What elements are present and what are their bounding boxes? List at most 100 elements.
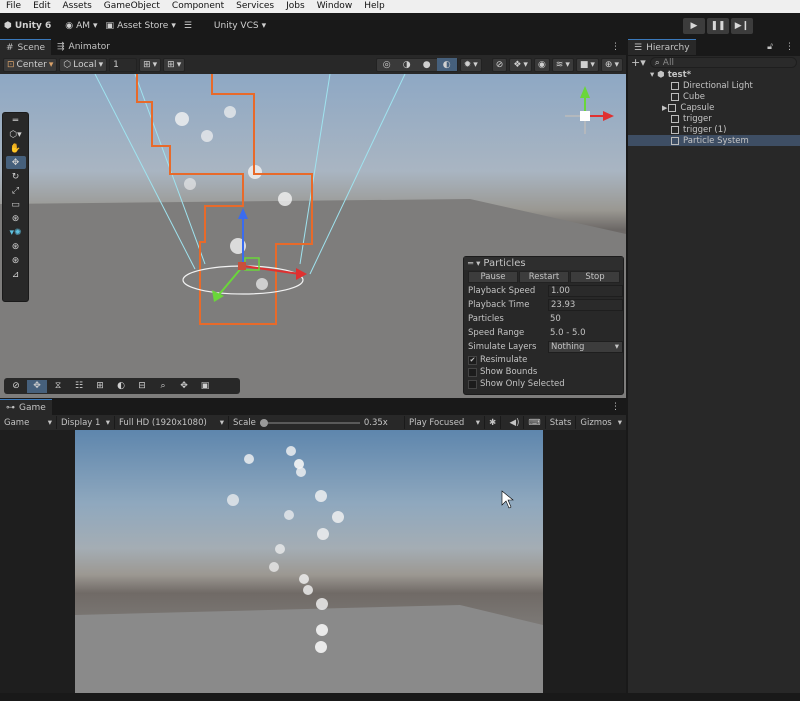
show-only-selected-toggle[interactable]: Show Only Selected	[464, 378, 623, 390]
game-render-canvas[interactable]	[75, 430, 543, 693]
create-add-button[interactable]: +▾	[631, 56, 646, 69]
camera-preview-icon[interactable]: ▣	[195, 380, 215, 393]
frame-debugger-button[interactable]: ✱	[485, 416, 502, 429]
view-tool-button[interactable]: ✋	[6, 142, 26, 155]
hierarchy-lock-button[interactable]: 🔓︎	[761, 39, 779, 55]
menu-assets[interactable]: Assets	[57, 0, 98, 13]
particle-tools-header[interactable]: ▾✺	[6, 226, 26, 239]
rotate-tool-button[interactable]: ↻	[6, 170, 26, 183]
grid-overlay-icon[interactable]: ⊞	[90, 380, 110, 393]
scale-tool-button[interactable]: ⤢	[6, 184, 26, 197]
hierarchy-menu-button[interactable]: ⋮	[779, 39, 800, 55]
game-view-mode-dropdown[interactable]: Game ▾	[0, 416, 57, 429]
playback-speed-field[interactable]: 1.00	[548, 285, 623, 297]
version-control-dropdown[interactable]: Unity VCS ▾	[210, 17, 270, 35]
menu-gameobject[interactable]: GameObject	[98, 0, 166, 13]
play-button[interactable]: ▶	[683, 18, 705, 34]
tool-context-dropdown[interactable]: ⬡▾	[6, 128, 26, 141]
stop-particles-button[interactable]: Stop	[570, 271, 620, 283]
chevron-down-icon: ▾	[176, 59, 182, 70]
menu-file[interactable]: File	[0, 0, 27, 13]
lighting-toggle[interactable]: ✹ ▾	[459, 57, 482, 72]
tab-hierarchy[interactable]: ☰ Hierarchy	[628, 39, 696, 55]
unchecked-box-icon	[468, 379, 477, 389]
move-tool-icon[interactable]: ✥	[27, 379, 47, 393]
restart-particles-button[interactable]: Restart	[519, 271, 569, 283]
menu-jobs[interactable]: Jobs	[280, 0, 311, 13]
step-button[interactable]: ▶❙	[731, 18, 753, 34]
pause-particles-button[interactable]: Pause	[468, 271, 518, 283]
orientation-icon[interactable]: ⊘	[6, 380, 26, 393]
stats-button[interactable]: Stats	[546, 416, 577, 429]
game-tab-menu-button[interactable]: ⋮	[605, 399, 626, 415]
shaded-wireframe-icon[interactable]: ◑	[397, 58, 417, 71]
pause-button[interactable]: ❚❚	[707, 18, 729, 34]
settings-sliders-icon[interactable]: ☷	[69, 380, 89, 393]
scene-tab-menu-button[interactable]: ⋮	[605, 39, 626, 55]
search-icon[interactable]: ⌕	[153, 380, 173, 393]
unlit-sphere-icon[interactable]: ◐	[436, 58, 457, 71]
hierarchy-item-particle-system[interactable]: Particle System	[628, 135, 800, 146]
camera-settings-dropdown[interactable]: ■ ▾	[575, 57, 599, 72]
lighting-mode-icon[interactable]: ◐	[111, 380, 131, 393]
gizmos-dropdown[interactable]: ⊕ ▾	[600, 57, 623, 72]
resolution-dropdown[interactable]: Full HD (1920x1080) ▾	[115, 416, 229, 429]
hierarchy-item-trigger-1[interactable]: trigger (1)	[628, 124, 800, 135]
move-tool-button[interactable]: ✥	[5, 156, 26, 169]
hierarchy-item-trigger[interactable]: trigger	[628, 113, 800, 124]
scene-root-row[interactable]: ▾ ⬢ test*	[628, 69, 800, 80]
menu-services[interactable]: Services	[230, 0, 280, 13]
pivot-mode-dropdown[interactable]: ⊡ Center ▾	[3, 57, 58, 72]
shaded-sphere-icon[interactable]: ●	[417, 58, 437, 71]
layers-dropdown[interactable]: ≋ ▾	[551, 57, 574, 72]
show-bounds-toggle[interactable]: Show Bounds	[464, 366, 623, 378]
menu-help[interactable]: Help	[358, 0, 391, 13]
scale-slider[interactable]	[259, 418, 360, 428]
particle-bounds-tool[interactable]: ⊛	[6, 254, 26, 267]
playback-time-field[interactable]: 23.93	[548, 299, 623, 311]
scene-visibility-toggle[interactable]: ◉	[533, 57, 550, 72]
hierarchy-search-field[interactable]: ⌕ All	[649, 57, 797, 68]
particle-shape-tool[interactable]: ⊛	[6, 240, 26, 253]
wireframe-globe-icon[interactable]: ◎	[377, 58, 397, 71]
menu-edit[interactable]: Edit	[27, 0, 56, 13]
gamepad-icon: ⊶	[6, 402, 15, 413]
menu-window[interactable]: Window	[311, 0, 359, 13]
particle-velocity-tool[interactable]: ⊿	[6, 268, 26, 281]
hierarchy-item-cube[interactable]: Cube	[628, 91, 800, 102]
store-bag-icon: ▣	[105, 21, 115, 31]
menu-component[interactable]: Component	[166, 0, 230, 13]
tools-drag-handle[interactable]: ═	[6, 114, 26, 127]
snap-increment-field[interactable]: 1	[109, 57, 138, 72]
audio-toggle[interactable]: ⊘	[491, 57, 508, 72]
play-focused-dropdown[interactable]: Play Focused ▾	[405, 416, 485, 429]
tab-scene[interactable]: # Scene	[0, 39, 51, 55]
navigation-icon[interactable]: ✥	[174, 380, 194, 393]
account-dropdown[interactable]: ◉ AM ▾	[61, 17, 101, 35]
hierarchy-item-capsule[interactable]: ▶ Capsule	[628, 102, 800, 113]
gizmos-game-dropdown[interactable]: Gizmos ▾	[576, 416, 626, 429]
simulate-layers-dropdown[interactable]: Nothing ▾	[548, 341, 623, 353]
chevron-down-icon: ▾	[98, 59, 104, 70]
keyboard-icon: ⌨	[528, 417, 541, 428]
grid-snap-button[interactable]: ⊞ ▾	[163, 57, 186, 72]
pivot-rotation-dropdown[interactable]: ⬡ Local ▾	[59, 57, 108, 72]
transform-tool-button[interactable]: ⊛	[6, 212, 26, 225]
rect-tool-button[interactable]: ▭	[6, 198, 26, 211]
hierarchy-item-directional-light[interactable]: Directional Light	[628, 80, 800, 91]
grid-visibility-button[interactable]: ⊞ ▾	[139, 57, 162, 72]
particles-overlay-header[interactable]: ═ ▾ Particles	[464, 257, 623, 270]
resimulate-toggle[interactable]: ✔ Resimulate	[464, 354, 623, 366]
tab-game[interactable]: ⊶ Game	[0, 399, 52, 415]
mute-audio-button[interactable]: ◀)	[506, 416, 525, 429]
snap-icon[interactable]: ⧖	[48, 380, 68, 393]
tab-animator[interactable]: ⇶ Animator	[51, 39, 116, 55]
display-dropdown[interactable]: Display 1 ▾	[57, 416, 115, 429]
asset-store-dropdown[interactable]: ▣ Asset Store ▾	[102, 17, 180, 35]
orientation-gizmo[interactable]	[565, 86, 614, 134]
keyboard-shortcuts-button[interactable]: ⌨	[524, 416, 546, 429]
cloud-services-button[interactable]: ☰	[180, 17, 196, 35]
unity-version-button[interactable]: ⬢ Unity 6	[0, 17, 55, 35]
effects-toggle[interactable]: ❖ ▾	[509, 57, 532, 72]
layout-icon[interactable]: ⊟	[132, 380, 152, 393]
